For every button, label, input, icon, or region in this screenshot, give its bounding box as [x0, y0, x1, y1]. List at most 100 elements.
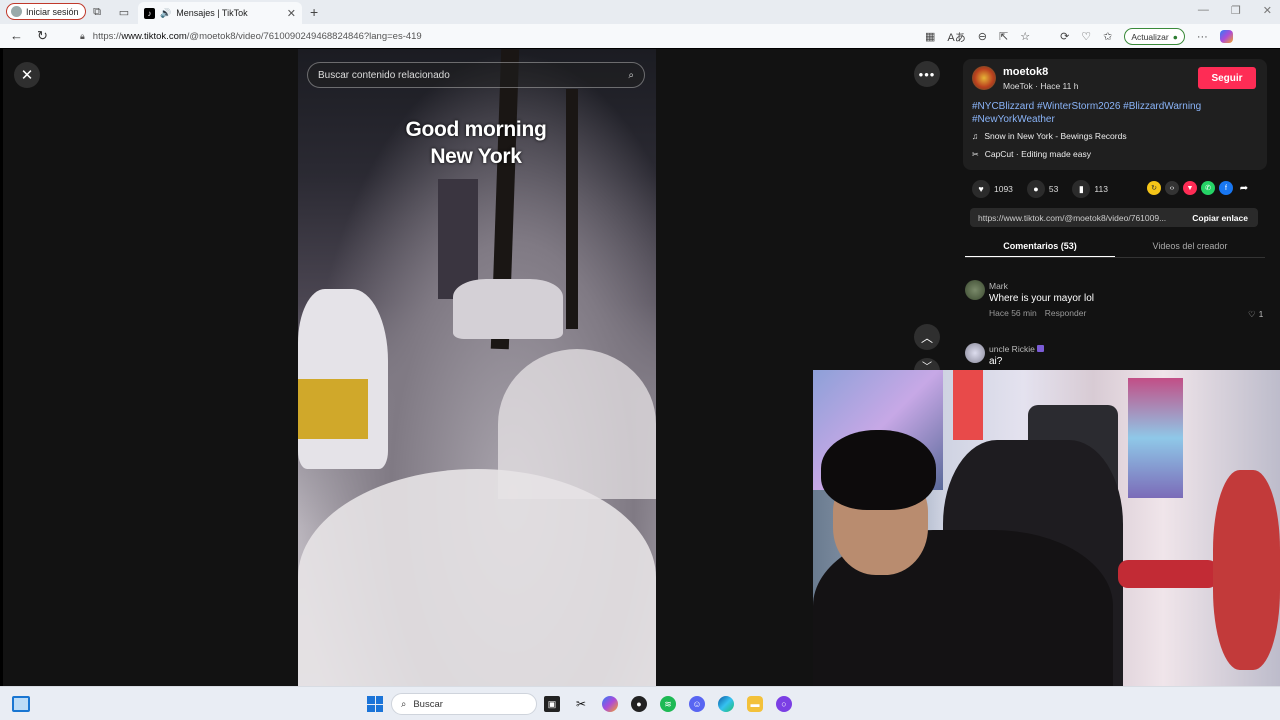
refresh-icon[interactable]: ↻: [37, 28, 48, 44]
start-menu-icon[interactable]: [367, 696, 383, 712]
edge-app-icon[interactable]: [718, 696, 734, 712]
browser-tab-bar: Iniciar sesión ⧉ ▭ ♪ 🔊 Mensajes | TikTok…: [0, 0, 1280, 24]
favorite-star-icon[interactable]: ☆: [1020, 30, 1030, 43]
workspaces-icon[interactable]: ⧉: [90, 5, 104, 19]
spiderman-figure: [1213, 470, 1280, 670]
search-placeholder: Buscar contenido relacionado: [318, 69, 450, 81]
url-field[interactable]: 🔒︎ https://www.tiktok.com/@moetok8/video…: [70, 27, 890, 45]
close-tab-icon[interactable]: ✕: [287, 7, 296, 20]
facebook-icon[interactable]: f: [1219, 181, 1233, 195]
whatsapp-icon[interactable]: ✆: [1201, 181, 1215, 195]
copilot-app-icon[interactable]: [602, 696, 618, 712]
signin-label: Iniciar sesión: [26, 6, 79, 17]
file-explorer-icon[interactable]: ▬: [747, 696, 763, 712]
read-aloud-icon[interactable]: Aあ: [947, 29, 965, 45]
close-window-icon[interactable]: ✕: [1263, 4, 1272, 17]
favorites-icon[interactable]: ✩: [1103, 30, 1112, 43]
tab-creator-videos[interactable]: Videos del creador: [1115, 236, 1265, 257]
previous-video-icon[interactable]: ︿: [914, 324, 940, 350]
creator-username[interactable]: moetok8: [1003, 66, 1048, 78]
zoom-icon[interactable]: ⊖: [978, 30, 987, 43]
signin-button[interactable]: Iniciar sesión: [6, 3, 86, 20]
browser-essentials-icon[interactable]: ♡: [1081, 30, 1091, 43]
follow-button[interactable]: Seguir: [1198, 67, 1256, 89]
tab-comments[interactable]: Comentarios (53): [965, 236, 1115, 257]
reply-button[interactable]: Responder: [1045, 308, 1087, 318]
caption-line-2: New York: [430, 145, 522, 168]
update-button[interactable]: Actualizar ●: [1124, 28, 1185, 45]
capcut-link[interactable]: ✂ CapCut · Editing made easy: [972, 149, 1091, 159]
bookmark-icon[interactable]: ▮: [1072, 180, 1091, 198]
snow-bank: [498, 349, 656, 499]
music-note-icon: ♫: [972, 131, 979, 141]
red-sign: [953, 370, 983, 440]
more-options-icon[interactable]: •••: [914, 61, 940, 87]
copilot-icon[interactable]: [1219, 30, 1233, 43]
share-page-icon[interactable]: ⇱: [999, 30, 1008, 43]
panel-tabs: Comentarios (53) Videos del creador: [965, 236, 1265, 258]
speaker-icon[interactable]: 🔊: [160, 8, 171, 19]
music-title: Snow in New York - Bewings Records: [984, 131, 1127, 141]
task-view-icon[interactable]: ▣: [544, 696, 560, 712]
like-count: 1093: [994, 184, 1013, 194]
app-icon[interactable]: ○: [776, 696, 792, 712]
comment-username[interactable]: Mark: [989, 281, 1008, 291]
taskbar-search-input[interactable]: ⌕ Buscar: [391, 693, 537, 715]
copy-link-button[interactable]: Copiar enlace: [1182, 213, 1258, 223]
browser-tab[interactable]: ♪ 🔊 Mensajes | TikTok ✕: [138, 2, 302, 24]
creator-subline: MoeTok · Hace 11 h: [1003, 81, 1079, 91]
red-pillow: [1118, 560, 1218, 588]
close-viewer-icon[interactable]: ✕: [14, 62, 40, 88]
comment-icon[interactable]: ●: [1026, 180, 1045, 198]
caption-line-1: Good morning: [405, 118, 547, 141]
hashtags[interactable]: #NYCBlizzard #WinterStorm2026 #BlizzardW…: [972, 100, 1232, 126]
search-icon[interactable]: ⌕: [628, 70, 634, 81]
obs-app-icon[interactable]: ●: [631, 696, 647, 712]
commenter-avatar[interactable]: [965, 280, 985, 300]
save-count: 113: [1094, 184, 1108, 194]
send-icon[interactable]: ▼: [1183, 181, 1197, 195]
url-text: https://www.tiktok.com/@moetok8/video/76…: [92, 30, 422, 42]
parked-car: [453, 279, 563, 339]
creator-avatar[interactable]: [972, 66, 996, 90]
post-time: Hace 11 h: [1040, 81, 1079, 91]
snow-pile: [298, 469, 656, 686]
repost-icon[interactable]: ↻: [1147, 181, 1161, 195]
spotify-app-icon[interactable]: ≋: [660, 696, 676, 712]
video-link-text[interactable]: https://www.tiktok.com/@moetok8/video/76…: [970, 213, 1182, 223]
engagement-bar: ♥ 1093 ● 53 ▮ 113: [972, 180, 1118, 198]
app-available-icon[interactable]: ▦: [925, 30, 935, 43]
capcut-icon: ✂: [972, 149, 979, 159]
extensions-icon[interactable]: ⟳: [1060, 30, 1069, 43]
maximize-icon[interactable]: ❐: [1231, 4, 1241, 17]
music-link[interactable]: ♫ Snow in New York - Bewings Records: [972, 131, 1127, 141]
poster: [1128, 378, 1183, 498]
tab-actions-icon[interactable]: ▭: [117, 5, 131, 19]
video-caption: Good morning New York: [380, 116, 572, 170]
embed-code-icon[interactable]: ‹›: [1165, 181, 1179, 195]
comment-text: Where is your mayor lol: [989, 293, 1095, 304]
new-tab-icon[interactable]: +: [310, 4, 318, 20]
webcam-overlay: [813, 370, 1280, 720]
profile-icon: [11, 6, 22, 17]
comment-like[interactable]: ♡ 1: [1248, 309, 1263, 320]
minimize-icon[interactable]: —: [1198, 4, 1209, 17]
comment-like-count: 1: [1258, 309, 1264, 319]
browser-toolbar: ▦ Aあ ⊖ ⇱ ☆ ⟳ ♡ ✩ Actualizar ● ···: [925, 28, 1233, 45]
comment-username[interactable]: uncle Rickie: [989, 344, 1045, 354]
more-menu-icon[interactable]: ···: [1197, 31, 1208, 43]
discord-app-icon[interactable]: ☺: [689, 696, 705, 712]
capcut-app-icon[interactable]: ✂: [573, 696, 589, 712]
capcut-label: CapCut · Editing made easy: [984, 149, 1092, 159]
comment-time: Hace 56 min: [989, 308, 1037, 318]
related-search-input[interactable]: Buscar contenido relacionado ⌕: [307, 62, 645, 88]
commenter-avatar[interactable]: [965, 343, 985, 363]
address-bar-row: ← ↻ 🔒︎ https://www.tiktok.com/@moetok8/v…: [0, 24, 1280, 48]
back-icon[interactable]: ←: [10, 28, 23, 44]
taxi: [298, 379, 368, 439]
heart-outline-icon: ♡: [1248, 309, 1256, 319]
share-arrow-icon[interactable]: ➦: [1237, 181, 1251, 195]
copy-link-row: https://www.tiktok.com/@moetok8/video/76…: [970, 208, 1258, 227]
widgets-icon[interactable]: [12, 696, 30, 712]
like-heart-icon[interactable]: ♥: [972, 180, 990, 198]
